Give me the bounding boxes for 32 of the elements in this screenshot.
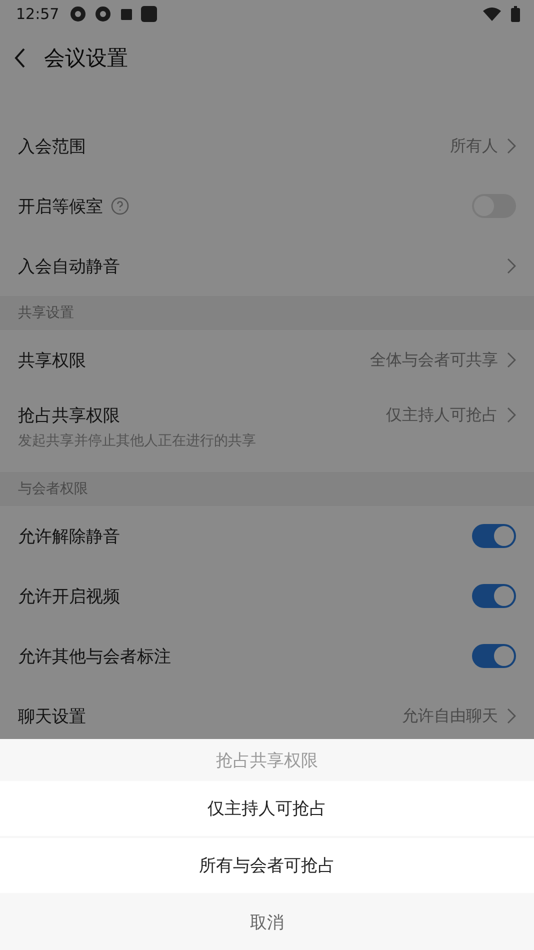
wifi-icon [483,7,501,21]
setting-label: 入会自动静音 [18,256,120,278]
sheet-title: 抢占共享权限 [215,750,319,772]
setting-label: 入会范围 [18,136,86,158]
battery-icon [511,6,520,22]
setting-value: 仅主持人可抢占 [386,404,498,426]
setting-value: 所有人 [450,136,498,156]
chevron-right-icon [506,138,516,154]
chevron-right-icon [506,407,516,423]
setting-label: 允许解除静音 [18,526,120,548]
setting-label: 允许其他与会者标注 [18,646,171,668]
setting-label: 抢占共享权限 [18,404,120,426]
section-header: 与会者权限 [0,472,534,506]
sheet-option[interactable]: 仅主持人可抢占 [0,781,534,836]
chevron-right-icon [506,352,516,368]
sheet-option[interactable]: 所有与会者可抢占 [0,838,534,893]
setting-label: 开启等候室 [18,196,103,218]
toggle-switch[interactable] [472,644,516,668]
status-time: 12:57 [16,5,60,23]
chevron-right-icon [506,708,516,724]
help-icon[interactable] [111,197,129,215]
setting-label: 聊天设置 [18,706,86,728]
toggle-switch[interactable] [472,584,516,608]
page-title: 会议设置 [44,45,128,72]
chevron-right-icon [506,258,516,274]
section-header: 共享设置 [0,296,534,330]
setting-label: 允许开启视频 [18,586,120,608]
back-icon[interactable] [14,48,26,68]
setting-value: 全体与会者可共享 [370,350,498,370]
setting-value: 允许自由聊天 [402,706,498,726]
toggle-switch[interactable] [472,524,516,548]
setting-label: 共享权限 [18,350,86,372]
